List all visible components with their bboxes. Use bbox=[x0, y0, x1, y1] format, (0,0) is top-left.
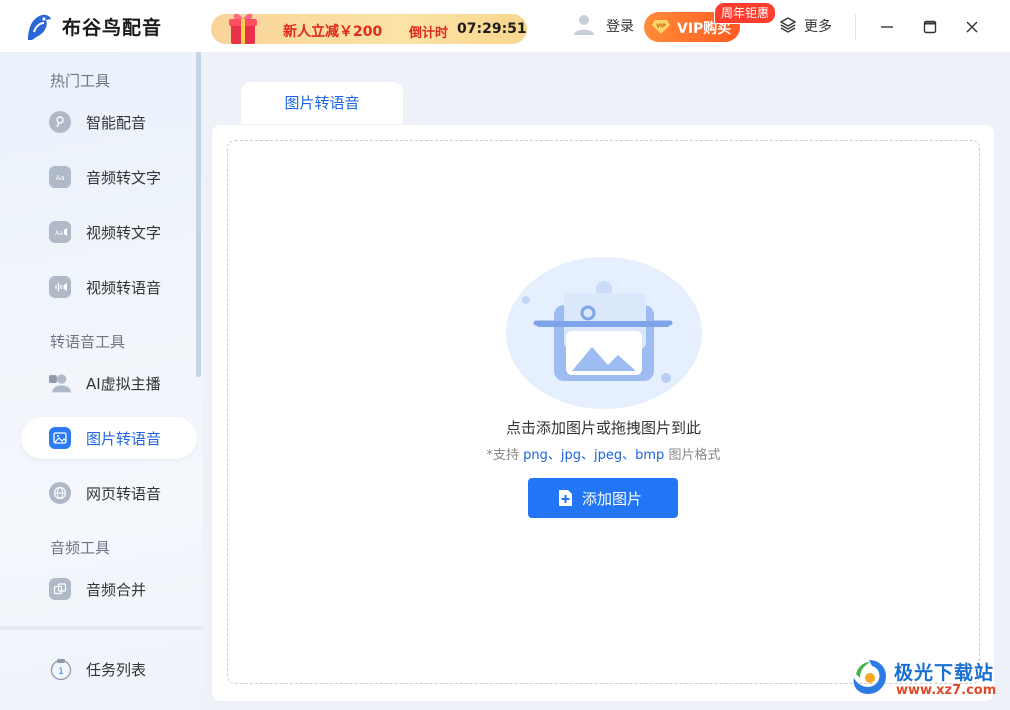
app-logo-icon bbox=[28, 14, 51, 40]
sidebar-item-ai-virtual-anchor[interactable]: AI虚拟主播 bbox=[21, 362, 197, 404]
promo-banner[interactable]: 新人立减￥200 倒计时 07:29:51 bbox=[211, 13, 527, 44]
add-file-icon bbox=[559, 490, 572, 506]
svg-text:Aa: Aa bbox=[55, 230, 63, 237]
sidebar: 热门工具 智能配音 Aa 音频转文字 Aa 视频转文字 视频转语音 转语音工具 … bbox=[0, 52, 203, 710]
sidebar-item-label: 网页转语音 bbox=[86, 485, 162, 503]
sidebar-item-label: 图片转语音 bbox=[86, 430, 162, 448]
merge-icon bbox=[49, 578, 71, 600]
minimize-icon[interactable] bbox=[874, 14, 900, 40]
upload-panel: 点击添加图片或拖拽图片到此 *支持 png、jpg、jpeg、bmp 图片格式 … bbox=[212, 125, 994, 701]
watermark-logo-icon bbox=[853, 660, 886, 694]
sidebar-scrollbar[interactable] bbox=[196, 52, 201, 377]
sidebar-item-smart-dubbing[interactable]: 智能配音 bbox=[21, 101, 197, 143]
app-title: 布谷鸟配音 bbox=[62, 17, 163, 39]
sidebar-item-web-to-voice[interactable]: 网页转语音 bbox=[21, 472, 197, 514]
video-to-voice-icon bbox=[49, 276, 71, 298]
svg-text:VIP: VIP bbox=[656, 24, 666, 30]
add-image-button[interactable]: 添加图片 bbox=[528, 478, 678, 518]
add-image-label: 添加图片 bbox=[582, 490, 643, 508]
promo-text: 新人立减￥200 bbox=[283, 24, 383, 40]
window-controls-divider bbox=[855, 14, 856, 40]
site-watermark: 极光下载站 www.xz7.com bbox=[848, 652, 1008, 704]
user-avatar-icon[interactable] bbox=[572, 12, 596, 36]
mic-icon bbox=[49, 111, 71, 133]
more-menu[interactable]: 更多 bbox=[804, 16, 832, 36]
sidebar-item-label: 音频合并 bbox=[86, 581, 147, 599]
sidebar-item-video-to-voice[interactable]: 视频转语音 bbox=[21, 266, 197, 308]
vip-promo-tag: 周年钜惠 bbox=[714, 2, 777, 24]
title-bar: 布谷鸟配音 新人立减￥200 倒计时 07:29:51 登录 VIP VIP购买… bbox=[0, 0, 1010, 52]
login-link[interactable]: 登录 bbox=[606, 16, 634, 36]
watermark-name: 极光下载站 bbox=[894, 662, 995, 684]
gift-icon bbox=[229, 13, 257, 44]
countdown-label: 倒计时 bbox=[409, 26, 449, 41]
format-list: png、jpg、jpeg、bmp bbox=[523, 448, 665, 463]
vip-diamond-icon: VIP bbox=[652, 20, 670, 34]
virtual-anchor-icon bbox=[49, 372, 71, 394]
image-dropzone[interactable]: 点击添加图片或拖拽图片到此 *支持 png、jpg、jpeg、bmp 图片格式 … bbox=[227, 140, 980, 684]
sidebar-item-audio-merge[interactable]: 音频合并 bbox=[21, 568, 197, 610]
supported-formats: *支持 png、jpg、jpeg、bmp 图片格式 bbox=[228, 444, 979, 463]
format-prefix: *支持 bbox=[486, 448, 524, 463]
layers-icon[interactable] bbox=[780, 17, 796, 33]
section-title-tts-tools: 转语音工具 bbox=[50, 333, 126, 351]
sidebar-item-image-to-voice[interactable]: 图片转语音 bbox=[21, 417, 197, 459]
video-to-text-icon: Aa bbox=[49, 221, 71, 243]
sidebar-item-label: 智能配音 bbox=[86, 114, 147, 132]
sidebar-item-label: 视频转语音 bbox=[86, 279, 162, 297]
sidebar-item-label: AI虚拟主播 bbox=[86, 375, 161, 393]
watermark-url: www.xz7.com bbox=[896, 683, 997, 698]
svg-text:Aa: Aa bbox=[55, 174, 64, 182]
close-icon[interactable] bbox=[959, 14, 985, 40]
main-content: 图片转语音 点击添加图片或拖拽图片到此 *支持 png、jpg、jpeg、bmp… bbox=[203, 52, 1010, 710]
format-suffix: 图片格式 bbox=[664, 448, 721, 463]
countdown-timer: 07:29:51 bbox=[457, 21, 527, 37]
tab-image-to-voice[interactable]: 图片转语音 bbox=[241, 82, 403, 124]
drop-hint-text: 点击添加图片或拖拽图片到此 bbox=[505, 419, 701, 437]
task-list-icon: 1 bbox=[50, 659, 72, 681]
image-icon bbox=[49, 427, 71, 449]
audio-to-text-icon: Aa bbox=[49, 166, 71, 188]
image-upload-illustration-icon bbox=[506, 257, 702, 409]
globe-icon bbox=[49, 482, 71, 504]
sidebar-item-audio-to-text[interactable]: Aa 音频转文字 bbox=[21, 156, 197, 198]
sidebar-divider bbox=[0, 626, 203, 630]
task-count-badge: 1 bbox=[58, 667, 64, 677]
section-title-hot-tools: 热门工具 bbox=[50, 72, 111, 90]
sidebar-item-task-list[interactable]: 1 任务列表 bbox=[21, 648, 197, 690]
section-title-audio-tools: 音频工具 bbox=[50, 539, 111, 557]
sidebar-item-video-to-text[interactable]: Aa 视频转文字 bbox=[21, 211, 197, 253]
sidebar-item-label: 视频转文字 bbox=[86, 224, 162, 242]
sidebar-item-label: 音频转文字 bbox=[86, 169, 162, 187]
maximize-icon[interactable] bbox=[917, 14, 943, 40]
sidebar-item-label: 任务列表 bbox=[86, 661, 147, 679]
